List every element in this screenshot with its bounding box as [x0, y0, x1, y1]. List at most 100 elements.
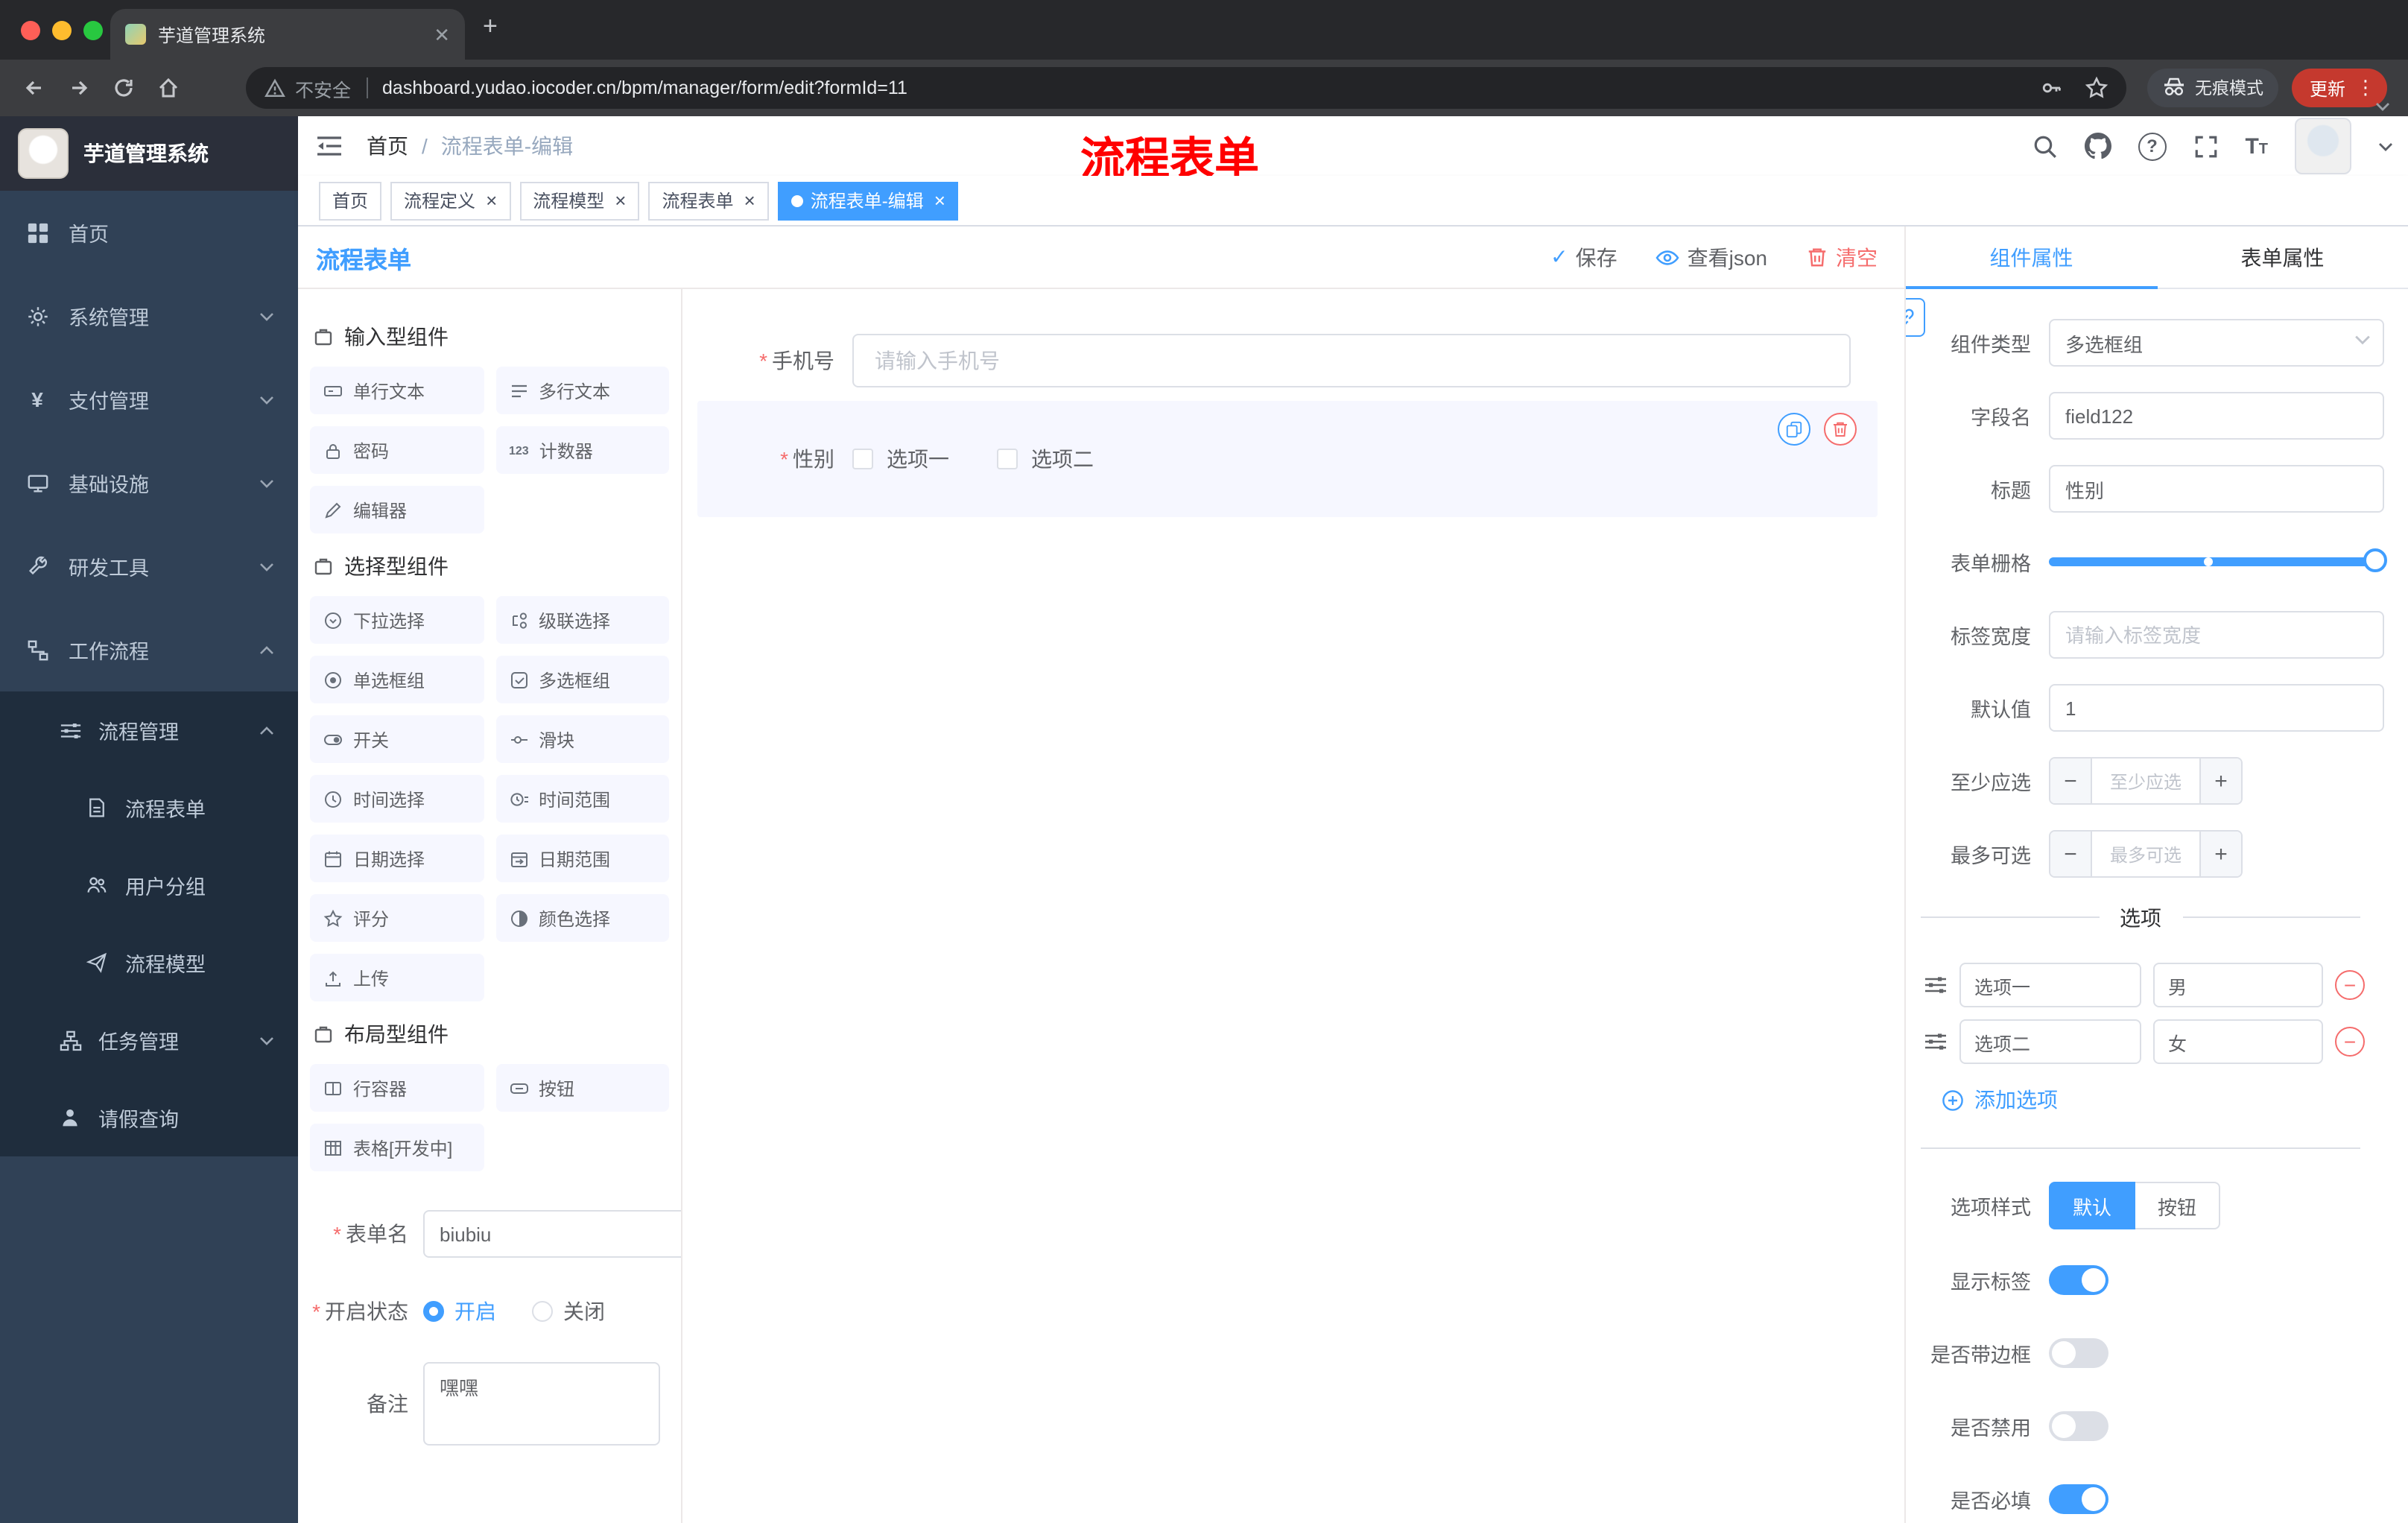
save-button[interactable]: ✓ 保存: [1550, 242, 1617, 272]
url-text[interactable]: dashboard.yudao.iocoder.cn/bpm/manager/f…: [382, 77, 907, 98]
label-width-input[interactable]: [2049, 611, 2384, 659]
checkbox-box[interactable]: [852, 449, 873, 469]
increase-button[interactable]: +: [2199, 759, 2241, 803]
form-remark-textarea[interactable]: 嘿嘿: [423, 1362, 660, 1446]
sidebar-item-system[interactable]: 系统管理: [0, 274, 298, 358]
tag-close-icon[interactable]: ×: [744, 191, 755, 210]
browser-menu-icon[interactable]: ⋮: [2356, 76, 2375, 100]
breadcrumb-root[interactable]: 首页: [367, 131, 408, 161]
max-select-placeholder[interactable]: 最多可选: [2092, 832, 2199, 876]
browser-update-button[interactable]: 更新 ⋮: [2292, 69, 2388, 107]
sidebar-item-payment[interactable]: ¥ 支付管理: [0, 358, 298, 441]
component-chip-button[interactable]: 按钮: [495, 1064, 669, 1112]
sidebar-item-task-management[interactable]: 任务管理: [0, 1001, 298, 1079]
copy-component-button[interactable]: [1778, 413, 1810, 446]
component-type-select[interactable]: [2049, 319, 2384, 367]
minimize-window-button[interactable]: [52, 21, 72, 40]
gender-option-1[interactable]: 选项一: [852, 444, 949, 474]
component-chip-slider[interactable]: 滑块: [495, 715, 669, 763]
form-name-input[interactable]: [423, 1210, 681, 1258]
delete-component-button[interactable]: [1824, 413, 1857, 446]
style-button-button[interactable]: 按钮: [2135, 1182, 2221, 1229]
drag-handle-icon[interactable]: [1924, 973, 1948, 997]
tag-close-icon[interactable]: ×: [615, 191, 626, 210]
question-icon[interactable]: ?: [2138, 132, 2167, 160]
tag-home[interactable]: 首页: [319, 181, 382, 220]
sidebar-item-infrastructure[interactable]: 基础设施: [0, 441, 298, 525]
caret-down-icon[interactable]: [2378, 141, 2393, 151]
bookmark-star-icon[interactable]: [2085, 76, 2108, 100]
tab-close-icon[interactable]: ✕: [434, 25, 450, 44]
sidebar-item-devtools[interactable]: 研发工具: [0, 525, 298, 608]
component-chip-password[interactable]: 密码: [310, 426, 484, 474]
reload-icon[interactable]: [101, 76, 146, 100]
option-label-input[interactable]: [1959, 963, 2141, 1007]
tag-process-form[interactable]: 流程表单 ×: [648, 181, 769, 220]
security-label[interactable]: 不安全: [295, 74, 351, 102]
drag-handle-icon[interactable]: [1924, 1030, 1948, 1054]
github-icon[interactable]: [2084, 133, 2111, 159]
status-radio-on[interactable]: 开启: [423, 1296, 496, 1326]
tab-component-props[interactable]: 组件属性: [1906, 227, 2157, 288]
field-name-input[interactable]: [2049, 392, 2384, 440]
component-chip-switch[interactable]: 开关: [310, 715, 484, 763]
close-window-button[interactable]: [21, 21, 40, 40]
decrease-button[interactable]: −: [2050, 832, 2092, 876]
component-chip-color-picker[interactable]: 颜色选择: [495, 894, 669, 942]
remove-option-button[interactable]: −: [2335, 1027, 2365, 1057]
component-chip-date-range[interactable]: 日期范围: [495, 835, 669, 882]
sidebar-item-process-form[interactable]: 流程表单: [0, 769, 298, 846]
new-tab-button[interactable]: +: [483, 12, 498, 42]
component-chip-time-picker[interactable]: 时间选择: [310, 775, 484, 823]
checkbox-box[interactable]: [997, 449, 1018, 469]
increase-button[interactable]: +: [2199, 832, 2241, 876]
link-icon[interactable]: [1906, 298, 1925, 337]
canvas-field-gender-selected[interactable]: 性别 选项一 选项二: [697, 401, 1878, 517]
sidebar-item-workflow[interactable]: 工作流程: [0, 608, 298, 691]
component-chip-select[interactable]: 下拉选择: [310, 596, 484, 644]
disabled-toggle[interactable]: [2049, 1411, 2108, 1441]
tag-close-icon[interactable]: ×: [486, 191, 497, 210]
sidebar-logo[interactable]: 芋道管理系统: [0, 116, 298, 191]
font-size-icon[interactable]: TT: [2245, 133, 2268, 159]
option-value-input[interactable]: [2153, 1019, 2323, 1064]
address-bar[interactable]: 不安全 dashboard.yudao.iocoder.cn/bpm/manag…: [246, 67, 2126, 109]
component-chip-multi-line-text[interactable]: 多行文本: [495, 367, 669, 414]
show-label-toggle[interactable]: [2049, 1265, 2108, 1295]
component-chip-counter[interactable]: 123 计数器: [495, 426, 669, 474]
view-json-button[interactable]: 查看json: [1656, 242, 1767, 272]
sidebar-item-home[interactable]: 首页: [0, 191, 298, 274]
sidebar-item-process-model[interactable]: 流程模型: [0, 924, 298, 1001]
sidebar-item-leave-query[interactable]: 请假查询: [0, 1079, 298, 1156]
grid-slider[interactable]: [2049, 538, 2387, 586]
component-chip-table[interactable]: 表格[开发中]: [310, 1124, 484, 1171]
style-default-button[interactable]: 默认: [2049, 1182, 2136, 1229]
clear-button[interactable]: 清空: [1806, 242, 1878, 272]
component-chip-editor[interactable]: 编辑器: [310, 486, 484, 533]
component-chip-upload[interactable]: 上传: [310, 954, 484, 1001]
default-value-input[interactable]: [2049, 684, 2384, 732]
border-toggle[interactable]: [2049, 1338, 2108, 1368]
fullscreen-icon[interactable]: [2193, 133, 2218, 159]
required-toggle[interactable]: [2049, 1484, 2108, 1514]
sidebar-item-user-group[interactable]: 用户分组: [0, 846, 298, 924]
title-input[interactable]: [2049, 465, 2384, 513]
avatar[interactable]: [2295, 118, 2351, 174]
decrease-button[interactable]: −: [2050, 759, 2092, 803]
phone-input[interactable]: [852, 334, 1851, 387]
zoom-window-button[interactable]: [83, 21, 103, 40]
slider-handle[interactable]: [2363, 548, 2387, 572]
remove-option-button[interactable]: −: [2335, 970, 2365, 1000]
canvas-field-phone[interactable]: 手机号: [682, 334, 1904, 387]
toolbar-caret-icon[interactable]: [2375, 101, 2390, 112]
component-chip-single-line-text[interactable]: 单行文本: [310, 367, 484, 414]
component-chip-time-range[interactable]: 时间范围: [495, 775, 669, 823]
add-option-button[interactable]: 添加选项: [1942, 1085, 2384, 1115]
tag-process-form-edit[interactable]: 流程表单-编辑 ×: [777, 181, 959, 220]
tag-process-model[interactable]: 流程模型 ×: [519, 181, 640, 220]
component-chip-rate[interactable]: 评分: [310, 894, 484, 942]
gender-option-2[interactable]: 选项二: [997, 444, 1094, 474]
component-chip-radio-group[interactable]: 单选框组: [310, 656, 484, 703]
browser-tab[interactable]: 芋道管理系统 ✕: [110, 9, 465, 60]
status-radio-off[interactable]: 关闭: [532, 1296, 605, 1326]
